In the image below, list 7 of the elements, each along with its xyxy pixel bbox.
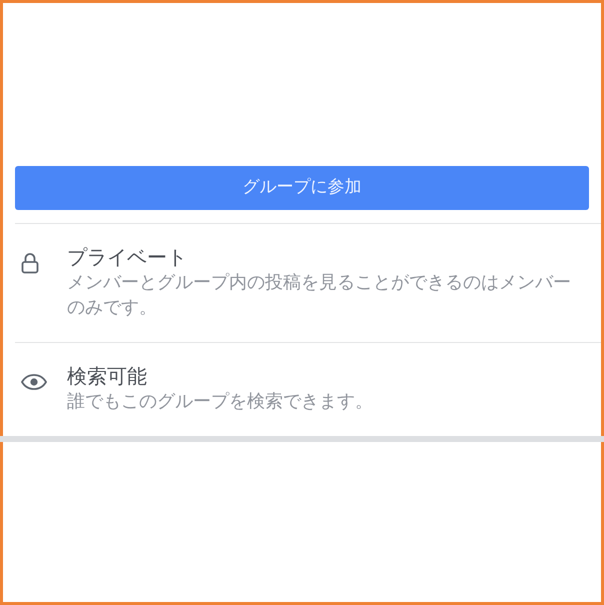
join-group-button[interactable]: グループに参加 <box>15 166 589 210</box>
lock-icon <box>21 252 39 274</box>
setting-title: 検索可能 <box>67 363 148 389</box>
setting-description: メンバーとグループ内の投稿を見ることができるのはメンバーのみです。 <box>67 271 572 320</box>
setting-description: 誰でもこのグループを検索できます。 <box>67 390 374 414</box>
setting-title: プライベート <box>67 244 188 270</box>
eye-icon <box>21 374 47 390</box>
